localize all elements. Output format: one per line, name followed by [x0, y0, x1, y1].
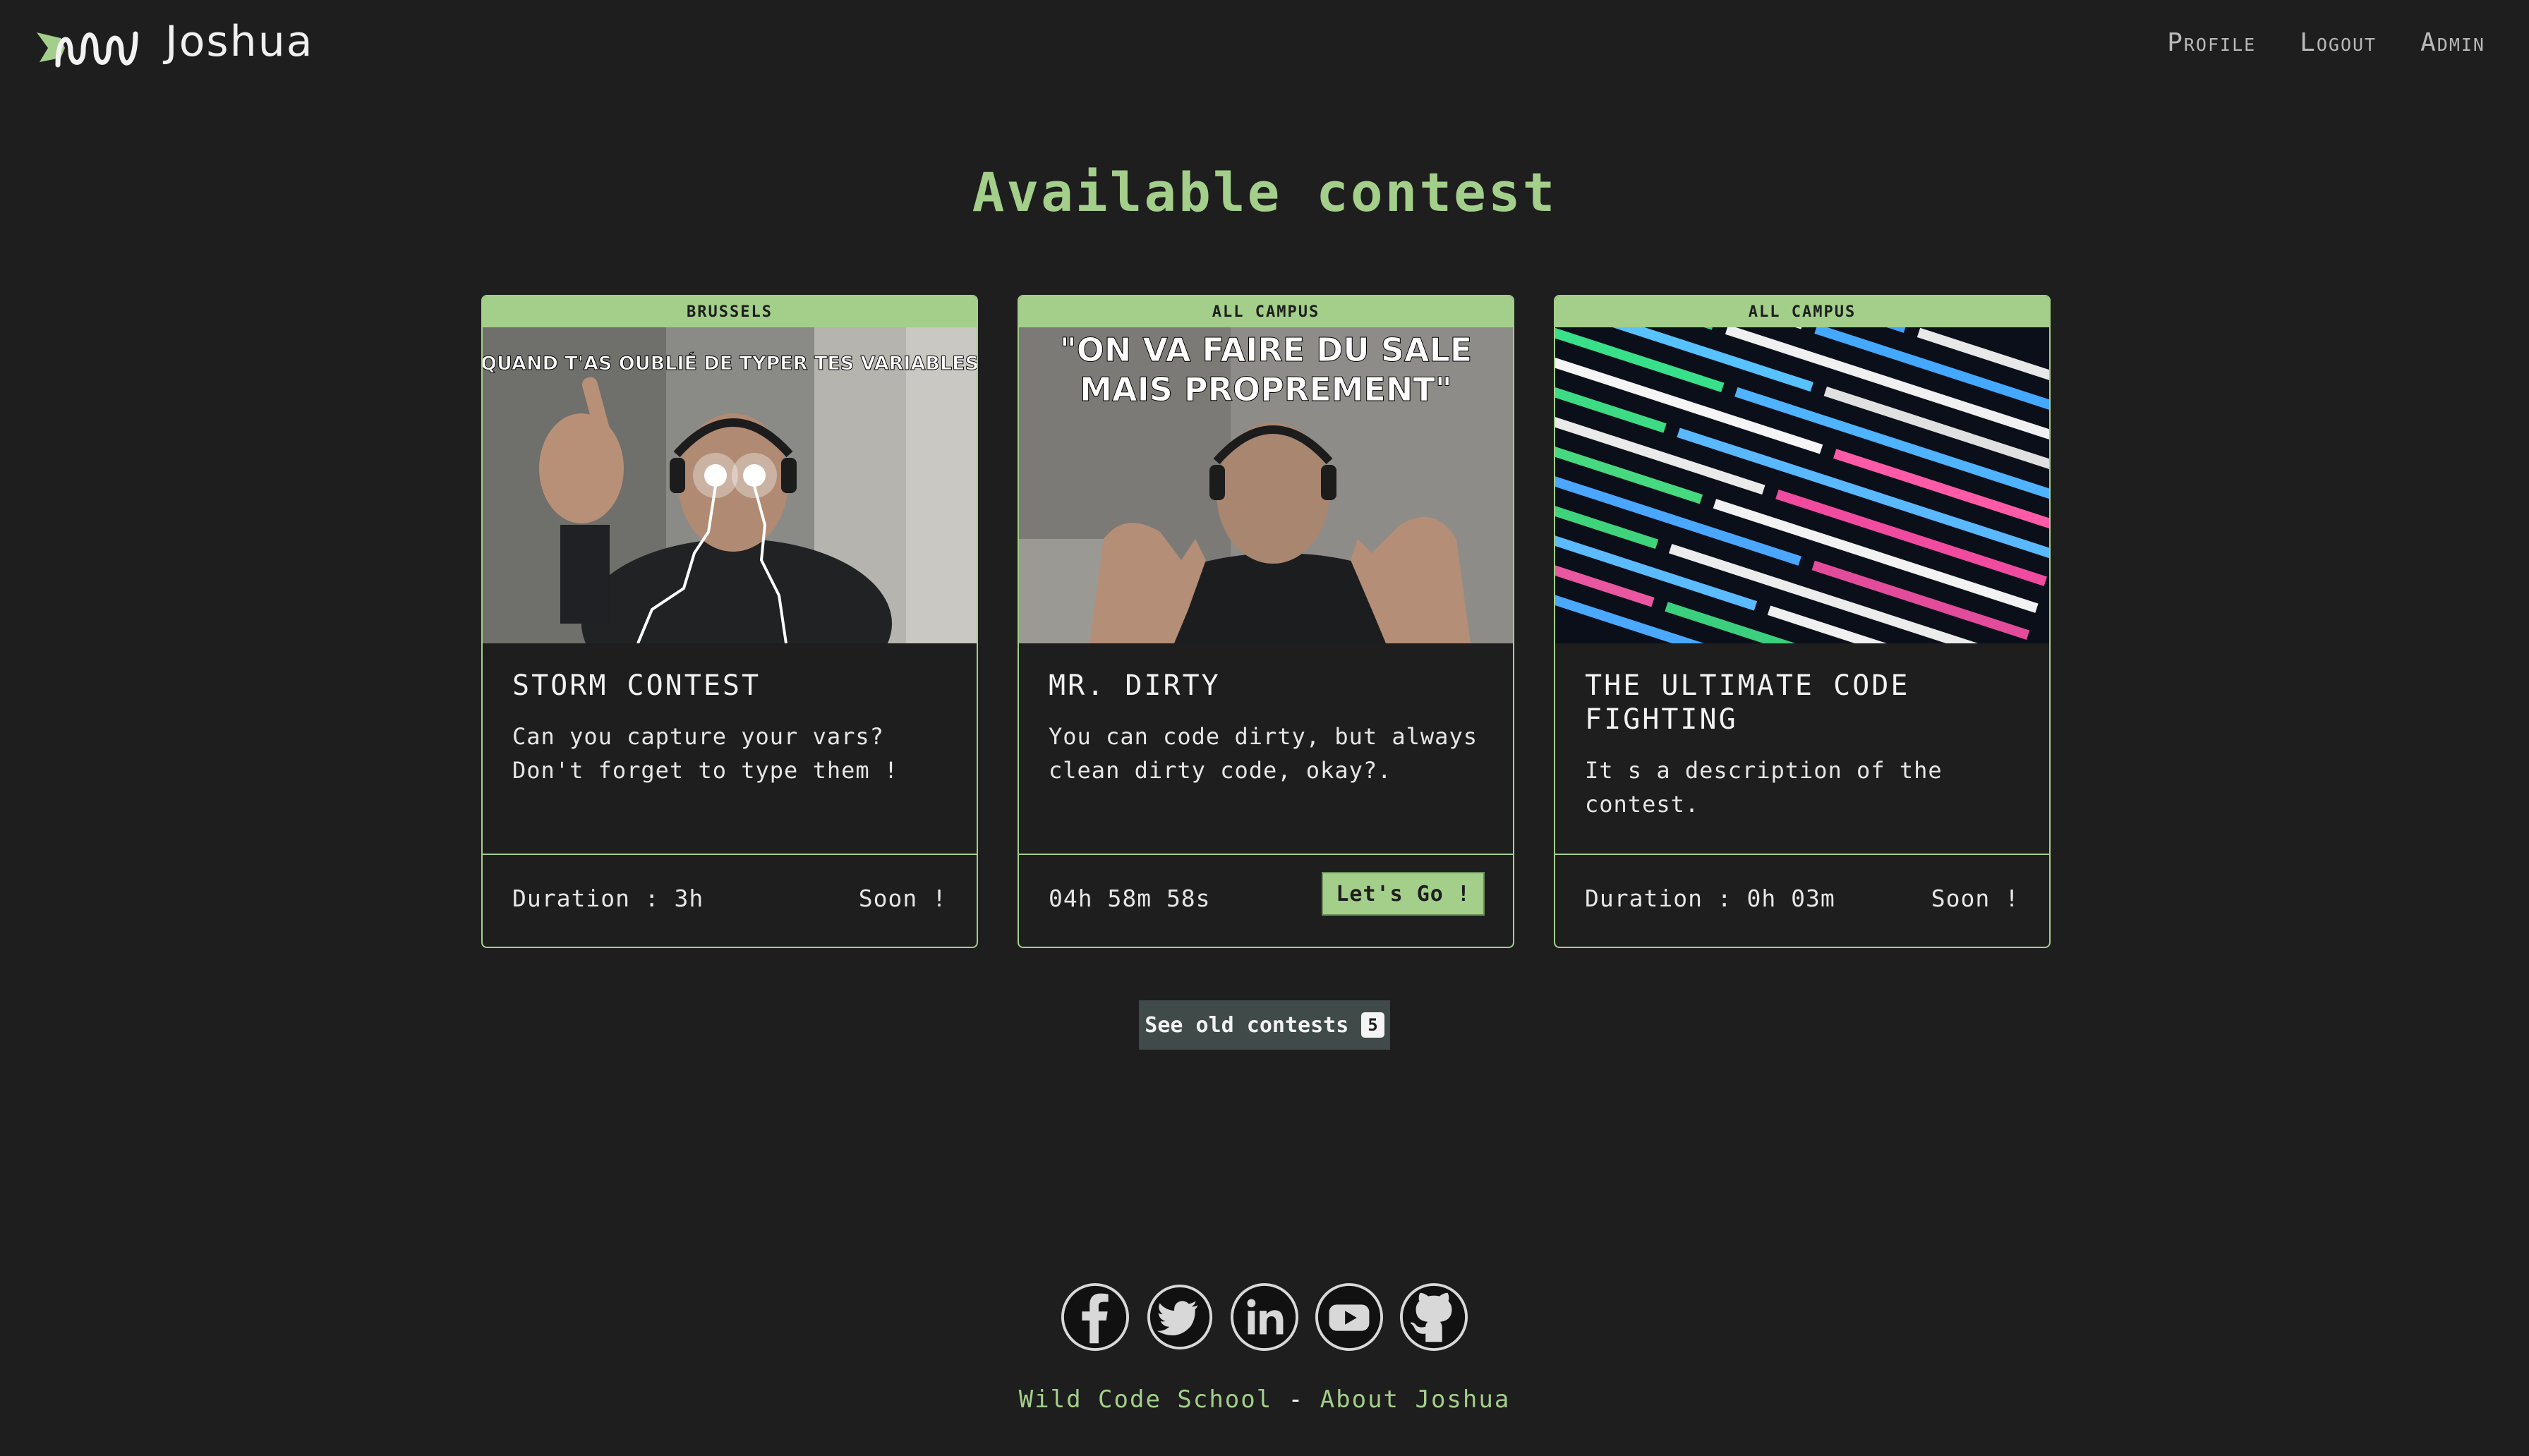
contest-image: QUAND T'AS OUBLIÉ DE TYPER TES VARIABLES	[483, 327, 977, 643]
image-caption: QUAND T'AS OUBLIÉ DE TYPER TES VARIABLES	[483, 352, 977, 375]
card-footer: Duration : 3h Soon !	[483, 854, 977, 947]
image-caption-line1: "ON VA FAIRE DU SALE	[1060, 331, 1472, 369]
contest-status: Soon !	[858, 885, 947, 912]
campus-tag: ALL CAMPUS	[1019, 296, 1513, 327]
contest-title: THE ULTIMATE CODE FIGHTING	[1585, 669, 1910, 736]
contest-image	[1555, 327, 2049, 643]
page-title: Available contest	[972, 161, 1557, 224]
github-icon[interactable]	[1399, 1282, 1468, 1352]
old-contests-count-badge: 5	[1361, 1012, 1384, 1038]
facebook-icon[interactable]	[1061, 1282, 1130, 1352]
twitter-icon[interactable]	[1145, 1282, 1214, 1352]
see-old-contests-button[interactable]: See old contests 5	[1139, 1000, 1390, 1050]
nav-profile-link[interactable]: Profile	[2167, 28, 2256, 57]
contest-title: STORM CONTEST	[512, 669, 761, 702]
joshua-logo-icon[interactable]	[37, 20, 150, 76]
contest-countdown: 04h 58m 58s	[1049, 885, 1211, 912]
image-caption-line2: MAIS PROPREMENT"	[1080, 370, 1451, 408]
contest-card-ultimate-code-fighting[interactable]: ALL CAMPUS THE ULTIMATE CODE FIGHTING It…	[1554, 295, 2051, 948]
top-navbar: Joshua Profile Logout Admin	[0, 0, 2529, 92]
wild-code-school-link[interactable]: Wild Code School	[1019, 1385, 1273, 1414]
social-links	[1058, 1282, 1471, 1352]
contest-duration: Duration : 3h	[512, 885, 704, 912]
nav-logout-link[interactable]: Logout	[2300, 28, 2377, 57]
main-nav: Profile Logout Admin	[2167, 28, 2485, 57]
contest-card-storm[interactable]: BRUSSELS QUAND T'AS OUBLIÉ DE TYPER TES …	[481, 295, 978, 948]
nav-admin-link[interactable]: Admin	[2420, 28, 2485, 57]
contest-image: "ON VA FAIRE DU SALE MAIS PROPREMENT"	[1019, 327, 1513, 643]
contest-duration: Duration : 0h 03m	[1585, 885, 1835, 912]
brand-name[interactable]: Joshua	[165, 17, 314, 66]
contest-description: You can code dirty, but always clean dir…	[1049, 723, 1478, 784]
contest-description: Can you capture your vars? Don't forget …	[512, 723, 899, 784]
contest-card-mr-dirty[interactable]: ALL CAMPUS "ON VA FAIRE DU SALE MAIS PRO…	[1018, 295, 1514, 948]
contest-status: Soon !	[1931, 885, 2020, 912]
see-old-contests-label: See old contests	[1145, 1012, 1349, 1038]
youtube-icon[interactable]	[1315, 1282, 1384, 1352]
linkedin-icon[interactable]	[1230, 1282, 1299, 1352]
about-joshua-link[interactable]: About Joshua	[1320, 1385, 1511, 1414]
card-footer: Duration : 0h 03m Soon !	[1555, 854, 2049, 947]
contest-title: MR. DIRTY	[1049, 669, 1221, 702]
lets-go-button[interactable]: Let's Go !	[1322, 872, 1485, 916]
card-footer: 04h 58m 58s Let's Go !	[1019, 854, 1513, 947]
campus-tag: BRUSSELS	[483, 296, 977, 327]
campus-tag: ALL CAMPUS	[1555, 296, 2049, 327]
contest-list: BRUSSELS QUAND T'AS OUBLIÉ DE TYPER TES …	[481, 295, 2051, 948]
footer-links: Wild Code School - About Joshua	[0, 1385, 2529, 1414]
footer-separator: -	[1288, 1385, 1305, 1414]
contest-description: It s a description of the contest.	[1585, 757, 1943, 818]
